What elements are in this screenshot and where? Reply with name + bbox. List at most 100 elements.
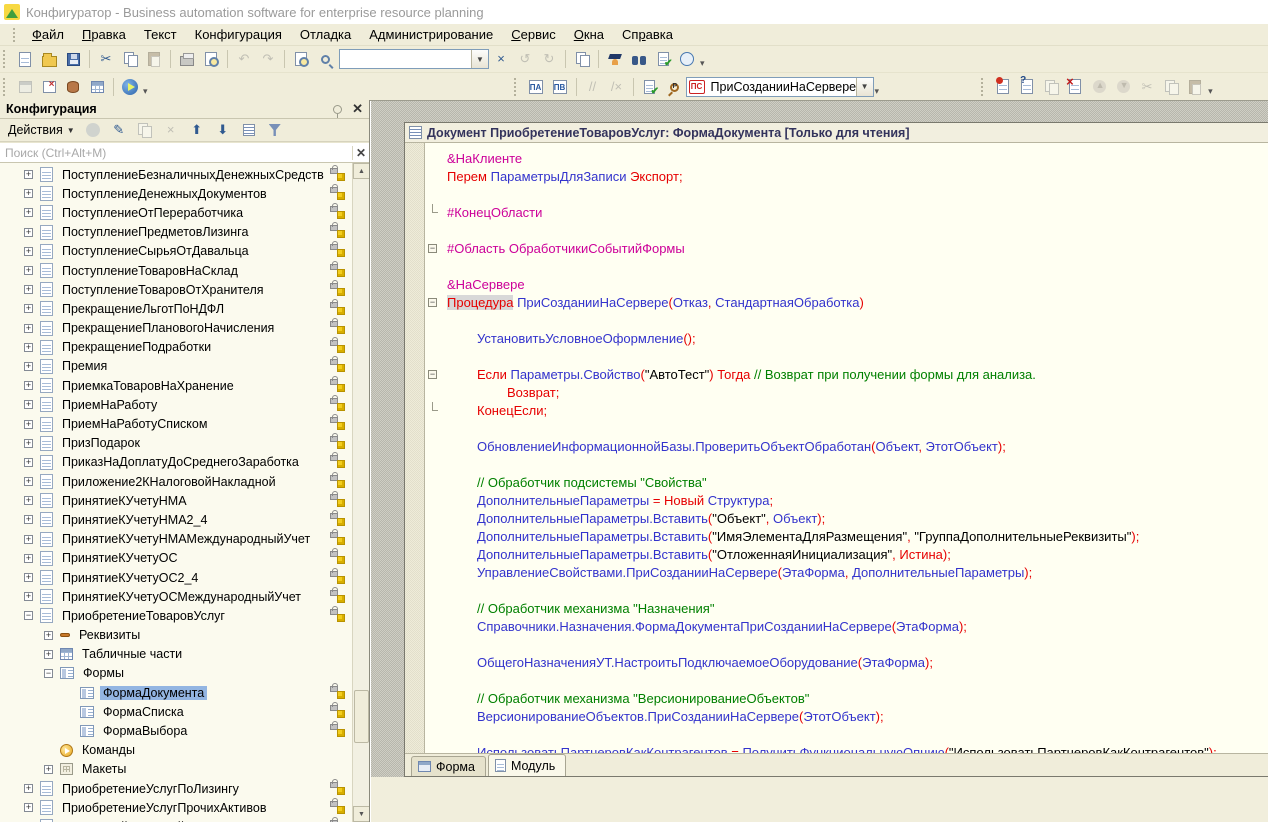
copy-button[interactable]	[119, 48, 141, 70]
tree-item-ПриемНаРаботуСписком[interactable]: +ПриемНаРаботуСписком	[0, 414, 352, 433]
scroll-down-button[interactable]: ▼	[353, 806, 369, 822]
tree-item-ПринятиеКУчетуОС2_4[interactable]: +ПринятиеКУчетуОС2_4	[0, 568, 352, 587]
tree-item-ПоступлениеТоваровНаСклад[interactable]: +ПоступлениеТоваровНаСклад	[0, 261, 352, 280]
code-area[interactable]: &НаКлиентеПерем ПараметрыДляЗаписи Экспо…	[443, 143, 1268, 753]
scroll-up-button[interactable]: ▲	[353, 163, 369, 179]
code-line[interactable]: Процедура ПриСозданииНаСервере(Отказ, Ст…	[443, 294, 1268, 312]
tree-item-label[interactable]: Премия	[59, 359, 110, 373]
tree-item-label[interactable]: ПоступлениеСырьяОтДавальца	[59, 244, 252, 258]
code-line[interactable]: ДополнительныеПараметры.Вставить("Отложе…	[443, 546, 1268, 564]
editor-title-bar[interactable]: Документ ПриобретениеТоваровУслуг: Форма…	[405, 123, 1268, 143]
expand-icon[interactable]: +	[24, 573, 33, 582]
code-line[interactable]: ВерсионированиеОбъектов.ПриСозданииНаСер…	[443, 708, 1268, 726]
expand-icon[interactable]: +	[24, 515, 33, 524]
fold-collapse-icon[interactable]: −	[428, 294, 439, 312]
expand-icon[interactable]: +	[24, 554, 33, 563]
tree-item-label[interactable]: ПринятиеКУчетуНМА2_4	[59, 513, 210, 527]
move-node-up-button[interactable]: ⬆	[186, 119, 208, 141]
tree-item-label[interactable]: Реквизиты	[76, 628, 143, 642]
code-line[interactable]: ДополнительныеПараметры.Вставить("ИмяЭле…	[443, 528, 1268, 546]
menu-Текст[interactable]: Текст	[135, 25, 186, 44]
code-line[interactable]: // Обработчик механизма "Версионирование…	[443, 690, 1268, 708]
menu-Файл[interactable]: Файл	[23, 25, 73, 44]
fold-collapse-icon[interactable]: −	[428, 240, 439, 258]
tree-item-label[interactable]: ПрекращениеЛьготПоНДФЛ	[59, 302, 227, 316]
clear-search-button[interactable]: ×	[490, 48, 512, 70]
scrollbar-thumb[interactable]	[354, 690, 369, 743]
tree-item-label[interactable]: Макеты	[79, 762, 129, 776]
expand-icon[interactable]: +	[24, 343, 33, 352]
tree-item-label[interactable]: ПринятиеКУчетуНМАМеждународныйУчет	[59, 532, 313, 546]
tree-item-label[interactable]: ПоступлениеБезналичныхДенежныхСредств	[59, 168, 327, 182]
code-line[interactable]: #КонецОбласти	[443, 204, 1268, 222]
tree-item-Макеты[interactable]: +Макеты	[0, 760, 352, 779]
pin-icon[interactable]	[333, 105, 342, 114]
menu-Окна[interactable]: Окна	[565, 25, 613, 44]
code-line[interactable]: &НаСервере	[443, 276, 1268, 294]
syntax-check-button[interactable]	[639, 76, 661, 98]
tree-item-ПриемкаТоваровНаХранение[interactable]: +ПриемкаТоваровНаХранение	[0, 376, 352, 395]
tree-item-label[interactable]: ПриемНаРаботуСписком	[59, 417, 210, 431]
code-line[interactable]	[443, 726, 1268, 744]
open-file-button[interactable]	[38, 48, 60, 70]
tree-item-ПоступлениеБезналичныхДенежныхСредств[interactable]: + ПоступлениеБезналичныхДенежныхСредств	[0, 165, 352, 184]
expand-icon[interactable]: +	[24, 496, 33, 505]
toolbar-overflow[interactable]: ▾	[700, 58, 705, 69]
tree-item-ФормаДокумента[interactable]: +ФормаДокумента	[0, 683, 352, 702]
procedure-combobox-value[interactable]: ПриСозданииНаСервере	[707, 80, 856, 94]
expand-icon[interactable]: +	[24, 266, 33, 275]
expand-icon[interactable]: +	[24, 592, 33, 601]
code-line[interactable]	[443, 258, 1268, 276]
expand-icon[interactable]: +	[24, 228, 33, 237]
tree-item-label[interactable]: ПринятиеКУчетуОС	[59, 551, 181, 565]
actions-menu-button[interactable]: Действия▼	[4, 122, 79, 138]
code-line[interactable]: Справочники.Назначения.ФормаДокументаПри…	[443, 618, 1268, 636]
expand-icon[interactable]: +	[24, 324, 33, 333]
print-preview-button[interactable]	[200, 48, 222, 70]
editor-tab-Форма[interactable]: Форма	[411, 756, 486, 776]
search-combobox[interactable]: ▼	[339, 49, 489, 69]
tree-item-label[interactable]: Формы	[80, 666, 127, 680]
cut-button[interactable]: ✂	[95, 48, 117, 70]
tree-item-label[interactable]: Приложение2КНалоговойНакладной	[59, 475, 279, 489]
tree-item-ПриходныйКассовыйОрдер[interactable]: +ПриходныйКассовыйОрдер	[0, 817, 352, 822]
collapse-icon[interactable]: −	[24, 611, 33, 620]
tree-item-label[interactable]: ПриемкаТоваровНаХранение	[59, 379, 237, 393]
toolbar-overflow[interactable]: ▾	[875, 86, 880, 97]
tree-item-Премия[interactable]: +Премия	[0, 357, 352, 376]
sort-list-button[interactable]	[238, 119, 260, 141]
code-line[interactable]: УстановитьУсловноеОформление();	[443, 330, 1268, 348]
syntax-help-button[interactable]	[604, 48, 626, 70]
tree-item-label[interactable]: ФормаДокумента	[100, 686, 207, 700]
tree-item-ПринятиеКУчетуНМА[interactable]: + ПринятиеКУчетуНМА	[0, 491, 352, 510]
expand-icon[interactable]: +	[24, 247, 33, 256]
code-line[interactable]: ДополнительныеПараметры.Вставить("Объект…	[443, 510, 1268, 528]
expand-icon[interactable]: +	[24, 285, 33, 294]
tree-item-ПринятиеКУчетуНМАМеждународныйУчет[interactable]: +ПринятиеКУчетуНМАМеждународныйУчет	[0, 530, 352, 549]
start-debugging-button[interactable]	[119, 76, 141, 98]
fold-collapse-icon[interactable]: −	[428, 366, 439, 384]
tree-item-ФормаСписка[interactable]: +ФормаСписка	[0, 702, 352, 721]
tree-item-label[interactable]: ПринятиеКУчетуНМА	[59, 494, 190, 508]
menu-Правка[interactable]: Правка	[73, 25, 135, 44]
move-node-down-button[interactable]: ⬇	[212, 119, 234, 141]
code-line[interactable]	[443, 456, 1268, 474]
tree-item-label[interactable]: ПоступлениеТоваровОтХранителя	[59, 283, 267, 297]
tree-item-label[interactable]: ПриемНаРаботу	[59, 398, 160, 412]
tree-search-clear-button[interactable]: ✕	[352, 146, 369, 160]
expand-icon[interactable]: +	[24, 189, 33, 198]
tree-item-label[interactable]: ФормаСписка	[100, 705, 187, 719]
tree-item-label[interactable]: ПриказНаДоплатуДоСреднегоЗаработка	[59, 455, 302, 469]
search-help-button[interactable]	[628, 48, 650, 70]
menu-Отладка[interactable]: Отладка	[291, 25, 360, 44]
windows-list-button[interactable]	[571, 48, 593, 70]
code-line[interactable]: Если Параметры.Свойство("АвтоТест") Тогд…	[443, 366, 1268, 384]
procedure-combobox-dropdown[interactable]: ▼	[856, 78, 873, 96]
tree-item-label[interactable]: ПоступлениеДенежныхДокументов	[59, 187, 270, 201]
editor-tab-Модуль[interactable]: Модуль	[488, 754, 566, 776]
tree-search-input[interactable]: Поиск (Ctrl+Alt+M)	[0, 146, 352, 160]
expand-icon[interactable]: +	[24, 170, 33, 179]
tree-item-label[interactable]: ПриобретениеУслугПрочихАктивов	[59, 801, 269, 815]
tree-item-ПоступлениеСырьяОтДавальца[interactable]: + ПоступлениеСырьяОтДавальца	[0, 242, 352, 261]
code-line[interactable]	[443, 186, 1268, 204]
